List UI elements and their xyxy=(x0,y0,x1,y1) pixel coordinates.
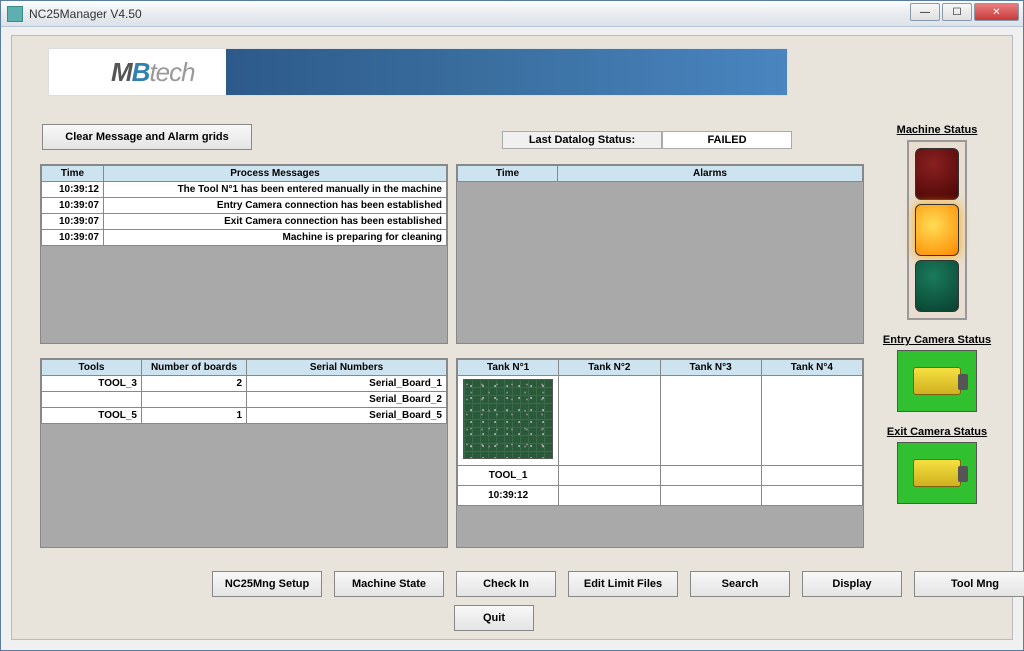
table-row[interactable]: 10:39:07Entry Camera connection has been… xyxy=(42,198,447,214)
col-messages[interactable]: Process Messages xyxy=(104,166,447,182)
col-tank1[interactable]: Tank N°1 xyxy=(458,360,559,376)
cell-serial[interactable]: Serial_Board_2 xyxy=(247,392,447,408)
col-time[interactable]: Time xyxy=(458,166,558,182)
table-row[interactable]: TOOL_32Serial_Board_1 xyxy=(42,376,447,392)
tank-image-row xyxy=(458,376,863,466)
cell-message[interactable]: Entry Camera connection has been establi… xyxy=(104,198,447,214)
logo-b: B xyxy=(132,57,150,87)
stack-light-green xyxy=(915,260,959,312)
tank3-tool[interactable] xyxy=(660,466,761,486)
tanks-grid[interactable]: Tank N°1 Tank N°2 Tank N°3 Tank N°4 TO xyxy=(456,358,864,548)
cell-serial[interactable]: Serial_Board_5 xyxy=(247,408,447,424)
entry-camera-status: Entry Camera Status xyxy=(882,334,992,412)
table-row[interactable]: 10:39:12The Tool N°1 has been entered ma… xyxy=(42,182,447,198)
datalog-status-value: FAILED xyxy=(662,131,792,149)
tank1-tool[interactable]: TOOL_1 xyxy=(458,466,559,486)
window-title: NC25Manager V4.50 xyxy=(29,7,142,21)
close-button[interactable]: ✕ xyxy=(974,3,1019,21)
logo-tech: tech xyxy=(149,57,194,87)
maximize-button[interactable]: ☐ xyxy=(942,3,972,21)
tool-mng-button[interactable]: Tool Mng xyxy=(914,571,1024,597)
col-alarms[interactable]: Alarms xyxy=(558,166,863,182)
col-serials[interactable]: Serial Numbers xyxy=(247,360,447,376)
minimize-button[interactable]: — xyxy=(910,3,940,21)
tools-grid[interactable]: Tools Number of boards Serial Numbers TO… xyxy=(40,358,448,548)
cell-time[interactable]: 10:39:07 xyxy=(42,230,104,246)
exit-camera-status: Exit Camera Status xyxy=(882,426,992,504)
entry-camera-label: Entry Camera Status xyxy=(882,334,992,346)
search-button[interactable]: Search xyxy=(690,571,790,597)
cell-message[interactable]: The Tool N°1 has been entered manually i… xyxy=(104,182,447,198)
table-row[interactable]: TOOL_51Serial_Board_5 xyxy=(42,408,447,424)
tank2-tool[interactable] xyxy=(559,466,660,486)
cell-time[interactable]: 10:39:07 xyxy=(42,198,104,214)
titlebar[interactable]: NC25Manager V4.50 — ☐ ✕ xyxy=(1,1,1023,27)
cell-message[interactable]: Exit Camera connection has been establis… xyxy=(104,214,447,230)
machine-state-button[interactable]: Machine State xyxy=(334,571,444,597)
machine-status-label: Machine Status xyxy=(882,124,992,136)
cell-serial[interactable]: Serial_Board_1 xyxy=(247,376,447,392)
app-window: NC25Manager V4.50 — ☐ ✕ MBtech Clear Mes… xyxy=(0,0,1024,651)
cell-tool[interactable] xyxy=(42,392,142,408)
pcb-thumbnail-icon xyxy=(463,379,553,459)
tank4-time[interactable] xyxy=(761,486,862,506)
tank1-time[interactable]: 10:39:12 xyxy=(458,486,559,506)
col-boards[interactable]: Number of boards xyxy=(142,360,247,376)
cell-time[interactable]: 10:39:12 xyxy=(42,182,104,198)
entry-camera-box xyxy=(897,350,977,412)
cell-message[interactable]: Machine is preparing for cleaning xyxy=(104,230,447,246)
table-row[interactable]: 10:39:07Exit Camera connection has been … xyxy=(42,214,447,230)
cell-boards[interactable]: 2 xyxy=(142,376,247,392)
stack-light-red xyxy=(915,148,959,200)
bottom-button-bar: NC25Mng Setup Machine State Check In Edi… xyxy=(212,571,1024,597)
logo-banner: MBtech xyxy=(48,48,788,96)
status-panel: Machine Status Entry Camera Status Exit … xyxy=(882,124,992,504)
table-row[interactable]: Serial_Board_2 xyxy=(42,392,447,408)
stack-light-icon xyxy=(907,140,967,320)
edit-limit-files-button[interactable]: Edit Limit Files xyxy=(568,571,678,597)
exit-camera-box xyxy=(897,442,977,504)
display-button[interactable]: Display xyxy=(802,571,902,597)
tank4-tool[interactable] xyxy=(761,466,862,486)
setup-button[interactable]: NC25Mng Setup xyxy=(212,571,322,597)
col-tank3[interactable]: Tank N°3 xyxy=(660,360,761,376)
tank-tool-row: TOOL_1 xyxy=(458,466,863,486)
check-in-button[interactable]: Check In xyxy=(456,571,556,597)
cell-time[interactable]: 10:39:07 xyxy=(42,214,104,230)
stack-light-orange xyxy=(915,204,959,256)
tank2-time[interactable] xyxy=(559,486,660,506)
tank3-time[interactable] xyxy=(660,486,761,506)
tank-time-row: 10:39:12 xyxy=(458,486,863,506)
process-messages-grid[interactable]: Time Process Messages 10:39:12The Tool N… xyxy=(40,164,448,344)
col-tools[interactable]: Tools xyxy=(42,360,142,376)
alarms-grid[interactable]: Time Alarms xyxy=(456,164,864,344)
tank4-image[interactable] xyxy=(761,376,862,466)
cell-boards[interactable]: 1 xyxy=(142,408,247,424)
window-controls: — ☐ ✕ xyxy=(908,3,1019,21)
cell-tool[interactable]: TOOL_3 xyxy=(42,376,142,392)
cell-tool[interactable]: TOOL_5 xyxy=(42,408,142,424)
logo-m: M xyxy=(111,57,132,87)
cell-boards[interactable] xyxy=(142,392,247,408)
exit-camera-label: Exit Camera Status xyxy=(882,426,992,438)
col-time[interactable]: Time xyxy=(42,166,104,182)
logo-text: MBtech xyxy=(111,57,195,88)
clear-grids-button[interactable]: Clear Message and Alarm grids xyxy=(42,124,252,150)
col-tank2[interactable]: Tank N°2 xyxy=(559,360,660,376)
table-row[interactable]: 10:39:07Machine is preparing for cleanin… xyxy=(42,230,447,246)
app-icon xyxy=(7,6,23,22)
content-area: MBtech Clear Message and Alarm grids Las… xyxy=(11,35,1013,640)
camera-icon xyxy=(913,459,961,487)
quit-button[interactable]: Quit xyxy=(454,605,534,631)
camera-icon xyxy=(913,367,961,395)
tank2-image[interactable] xyxy=(559,376,660,466)
tank1-image[interactable] xyxy=(458,376,559,466)
col-tank4[interactable]: Tank N°4 xyxy=(761,360,862,376)
datalog-status-label: Last Datalog Status: xyxy=(502,131,662,149)
tank3-image[interactable] xyxy=(660,376,761,466)
